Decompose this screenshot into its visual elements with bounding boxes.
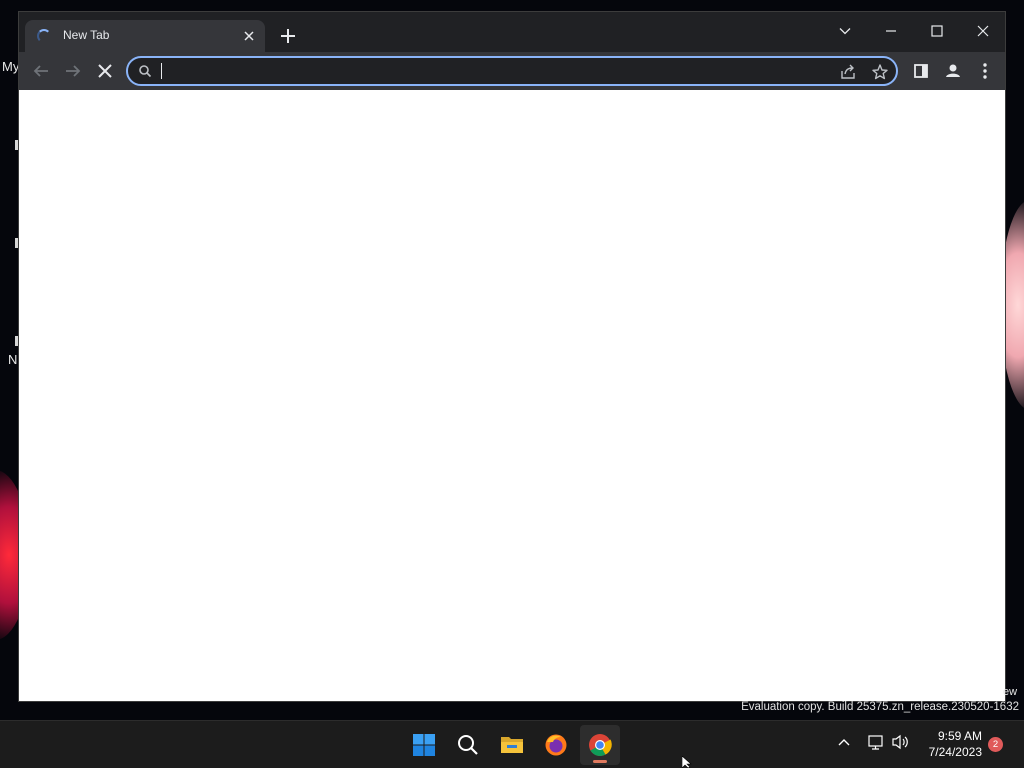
show-hidden-icons-button[interactable] [836,729,852,760]
star-icon [872,64,888,80]
minimize-icon [886,30,896,32]
speaker-icon [892,734,908,750]
desktop-icon-label-fragment[interactable]: My [2,59,19,74]
arrow-right-icon [66,65,81,77]
loading-spinner-icon [37,29,51,43]
maximize-button[interactable] [923,18,951,44]
clock-time[interactable]: 9:59 AM [918,729,982,743]
forward-button[interactable] [61,59,85,83]
close-icon [977,25,989,37]
watermark-fragment: ew [1003,686,1018,698]
tab-strip: New Tab [19,12,1005,52]
page-content[interactable] [19,90,1005,701]
firefox-icon [545,734,567,756]
chrome-button[interactable] [580,725,620,765]
back-button[interactable] [29,59,53,83]
network-button[interactable] [866,729,886,760]
search-button[interactable] [448,725,488,765]
active-app-indicator [593,760,607,763]
profile-icon [946,64,960,77]
taskbar: 9:59 AM 7/24/2023 2 [0,720,1024,768]
more-vertical-icon [983,63,987,79]
share-icon [841,64,855,79]
firefox-button[interactable] [536,725,576,765]
address-input[interactable] [158,61,818,81]
close-icon [244,31,254,41]
browser-toolbar [19,52,1005,90]
profile-button[interactable] [941,59,965,83]
close-window-button[interactable] [969,18,997,44]
tab-new-tab[interactable]: New Tab [25,20,265,52]
search-icon [139,65,152,78]
new-tab-button[interactable] [277,25,299,47]
volume-button[interactable] [890,729,910,760]
tab-title: New Tab [63,28,110,42]
close-icon [98,64,112,78]
network-icon [868,735,883,750]
search-icon [458,735,478,755]
mouse-cursor-icon [682,756,692,768]
browser-window: New Tab [18,11,1006,702]
menu-button[interactable] [973,59,997,83]
address-bar[interactable] [126,56,898,86]
chevron-up-icon [838,739,850,746]
desktop-icon-label-fragment[interactable]: N [8,352,17,367]
maximize-icon [931,25,943,37]
stop-loading-button[interactable] [93,59,117,83]
minimize-button[interactable] [877,18,905,44]
folder-icon [501,737,523,753]
share-button[interactable] [839,63,857,81]
arrow-left-icon [33,65,48,77]
chevron-down-icon [839,28,851,35]
tab-search-button[interactable] [831,18,859,44]
windows-logo-icon [413,734,435,756]
text-caret [161,63,162,79]
side-panel-button[interactable] [909,59,933,83]
start-button[interactable] [404,725,444,765]
evaluation-watermark: Evaluation copy. Build 25375.zn_release.… [741,701,1019,713]
plus-icon [281,29,295,43]
chrome-icon [589,734,612,756]
tab-close-button[interactable] [241,28,257,44]
bookmark-button[interactable] [871,63,889,81]
clock-date[interactable]: 7/24/2023 [918,745,982,759]
file-explorer-button[interactable] [492,725,532,765]
notification-badge[interactable]: 2 [988,737,1003,752]
side-panel-icon [914,64,928,78]
